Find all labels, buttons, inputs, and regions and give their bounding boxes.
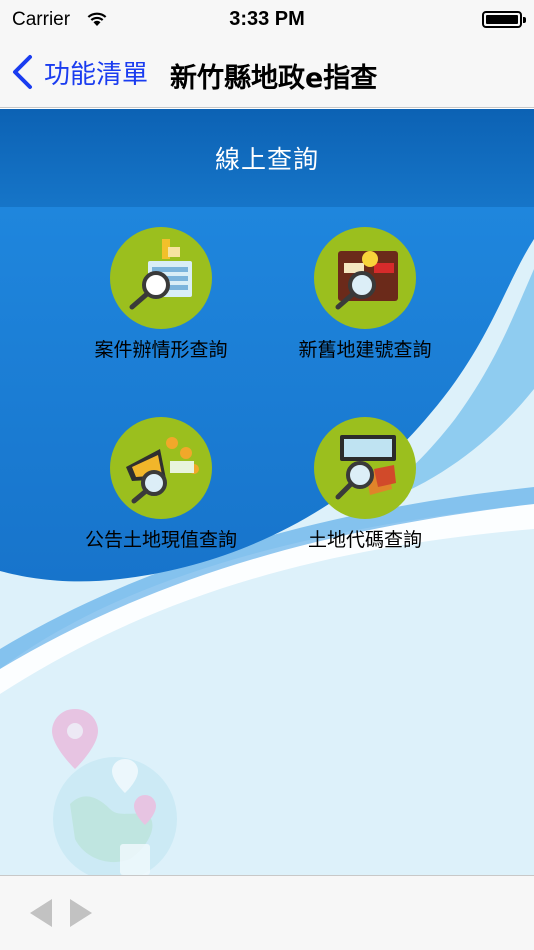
menu-item-case-status[interactable]: 案件辦情形查詢 (46, 227, 276, 367)
section-header: 線上查詢 (0, 109, 534, 207)
navigation-bar: 功能清單 新竹縣地政e指查 (0, 40, 534, 108)
land-value-icon (110, 417, 212, 519)
building-number-icon (314, 227, 416, 329)
forward-arrow-icon[interactable] (66, 896, 96, 930)
back-button[interactable]: 功能清單 (10, 50, 148, 94)
back-arrow-icon[interactable] (26, 896, 56, 930)
menu-item-label: 案件辦情形查詢 (94, 339, 228, 361)
clock: 3:33 PM (229, 8, 305, 30)
menu-item-land-value[interactable]: 公告土地現值查詢 (46, 417, 276, 557)
land-code-icon (314, 417, 416, 519)
back-button-label: 功能清單 (44, 59, 149, 90)
menu-item-building-number[interactable]: 新舊地建號查詢 (250, 227, 480, 367)
content-area: 線上查詢 案件辦情形查詢 新舊地建號查詢 公告土地現值查詢 土地代碼查詢 (0, 109, 534, 875)
menu-item-land-code[interactable]: 土地代碼查詢 (250, 417, 480, 557)
menu-item-label: 公告土地現值查詢 (84, 529, 237, 551)
globe-pins-decoration-icon (52, 709, 177, 875)
menu-item-label: 土地代碼查詢 (307, 529, 422, 551)
section-title: 線上查詢 (214, 145, 319, 174)
case-search-icon (110, 227, 212, 329)
page-title: 新竹縣地政e指查 (170, 63, 378, 94)
status-bar: Carrier 3:33 PM (0, 0, 534, 40)
bottom-toolbar (0, 875, 534, 950)
battery-icon (482, 11, 526, 28)
menu-item-label: 新舊地建號查詢 (298, 339, 432, 361)
chevron-left-icon (13, 55, 32, 89)
